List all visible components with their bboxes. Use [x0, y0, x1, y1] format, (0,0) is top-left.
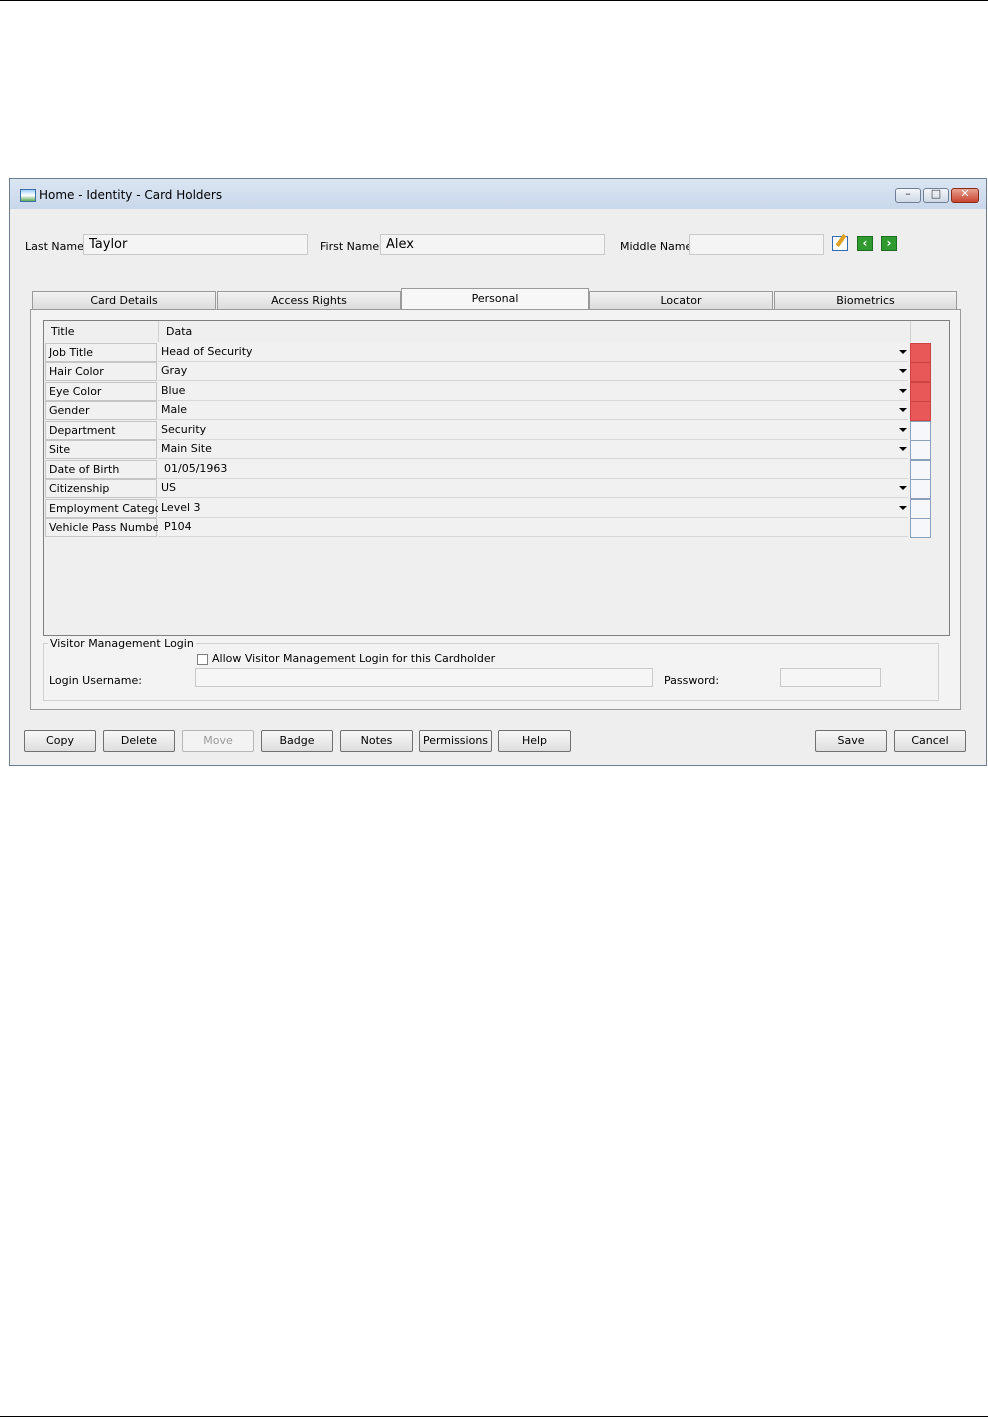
- next-arrow-icon[interactable]: ›: [881, 236, 897, 251]
- required-indicator: [910, 362, 931, 382]
- tab-locator[interactable]: Locator: [589, 291, 773, 309]
- dropdown-arrow-icon[interactable]: [899, 389, 907, 393]
- dropdown-arrow-icon[interactable]: [899, 447, 907, 451]
- middle-name-input[interactable]: [689, 234, 824, 255]
- save-button[interactable]: Save: [815, 730, 887, 752]
- header-flag-column: [910, 321, 931, 342]
- tab-card-details[interactable]: Card Details: [32, 291, 216, 309]
- table-row[interactable]: Job Title Head of Security: [44, 343, 931, 363]
- column-header-data[interactable]: Data: [166, 325, 192, 338]
- personal-data-grid: Title Data Job Title Head of Security Ha…: [43, 320, 950, 636]
- dropdown-arrow-icon[interactable]: [899, 408, 907, 412]
- row-data-select[interactable]: US: [158, 479, 908, 498]
- page-top-rule: [0, 0, 988, 1]
- password-label: Password:: [664, 674, 720, 687]
- minimize-button[interactable]: –: [895, 187, 921, 203]
- dropdown-arrow-icon[interactable]: [899, 506, 907, 510]
- table-row[interactable]: Date of Birth 01/05/1963: [44, 460, 931, 480]
- delete-button[interactable]: Delete: [103, 730, 175, 752]
- row-title: Eye Color: [45, 382, 157, 401]
- maximize-icon: □: [930, 187, 942, 200]
- dropdown-arrow-icon[interactable]: [899, 428, 907, 432]
- maximize-button[interactable]: □: [923, 187, 949, 203]
- row-data-input[interactable]: 01/05/1963: [158, 460, 908, 479]
- first-name-label: First Name:: [320, 240, 383, 253]
- minimize-icon: –: [905, 187, 911, 200]
- required-indicator: [910, 343, 931, 363]
- row-data-select[interactable]: Male: [158, 401, 908, 420]
- row-title: Site: [45, 440, 157, 459]
- move-button[interactable]: Move: [182, 730, 254, 752]
- row-data-select[interactable]: Main Site: [158, 440, 908, 459]
- close-button[interactable]: ✕: [951, 187, 979, 203]
- optional-indicator: [910, 460, 931, 480]
- login-username-input[interactable]: [195, 668, 653, 687]
- row-title: Date of Birth: [45, 460, 157, 479]
- first-name-input[interactable]: Alex: [380, 234, 605, 255]
- visitor-login-group-title: Visitor Management Login: [48, 637, 196, 650]
- row-data-select[interactable]: Security: [158, 421, 908, 440]
- required-indicator: [910, 401, 931, 421]
- permissions-button[interactable]: Permissions: [419, 730, 492, 752]
- row-title: Gender: [45, 401, 157, 420]
- copy-button[interactable]: Copy: [24, 730, 96, 752]
- table-row[interactable]: Employment Category Level 3: [44, 499, 931, 519]
- middle-name-label: Middle Name:: [620, 240, 696, 253]
- header-divider: [158, 321, 159, 342]
- window-title: Home - Identity - Card Holders: [39, 188, 223, 202]
- card-holders-window: Home - Identity - Card Holders – □ ✕ Las…: [9, 178, 987, 766]
- row-data-input[interactable]: P104: [158, 518, 908, 537]
- row-title: Citizenship: [45, 479, 157, 498]
- allow-visitor-login-label[interactable]: Allow Visitor Management Login for this …: [212, 652, 495, 665]
- optional-indicator: [910, 421, 931, 441]
- optional-indicator: [910, 499, 931, 519]
- row-title: Vehicle Pass Number: [45, 518, 164, 537]
- required-indicator: [910, 382, 931, 402]
- row-data-select[interactable]: Head of Security: [158, 343, 908, 362]
- row-data-select[interactable]: Level 3: [158, 499, 908, 518]
- last-name-input[interactable]: Taylor: [83, 234, 308, 255]
- page-bottom-rule: [0, 1416, 988, 1417]
- title-bar[interactable]: Home - Identity - Card Holders – □ ✕: [10, 179, 986, 209]
- table-row[interactable]: Citizenship US: [44, 479, 931, 499]
- edit-icon[interactable]: [832, 236, 848, 251]
- allow-visitor-login-checkbox[interactable]: [197, 654, 208, 665]
- tab-biometrics[interactable]: Biometrics: [774, 291, 957, 309]
- login-username-label: Login Username:: [49, 674, 142, 687]
- app-icon: [20, 189, 36, 202]
- dropdown-arrow-icon[interactable]: [899, 369, 907, 373]
- personal-tab-panel: Title Data Job Title Head of Security Ha…: [30, 309, 961, 710]
- help-button[interactable]: Help: [498, 730, 571, 752]
- table-row[interactable]: Eye Color Blue: [44, 382, 931, 402]
- row-data-select[interactable]: Gray: [158, 362, 908, 381]
- row-title: Job Title: [45, 343, 157, 362]
- grid-header: Title Data: [44, 321, 949, 342]
- previous-arrow-icon[interactable]: ‹: [857, 236, 873, 251]
- optional-indicator: [910, 479, 931, 499]
- table-row[interactable]: Site Main Site: [44, 440, 931, 460]
- table-row[interactable]: Department Security: [44, 421, 931, 441]
- cancel-button[interactable]: Cancel: [894, 730, 966, 752]
- row-title: Department: [45, 421, 157, 440]
- last-name-label: Last Name:: [25, 240, 88, 253]
- notes-button[interactable]: Notes: [340, 730, 413, 752]
- dropdown-arrow-icon[interactable]: [899, 350, 907, 354]
- row-data-select[interactable]: Blue: [158, 382, 908, 401]
- badge-button[interactable]: Badge: [261, 730, 333, 752]
- column-header-title[interactable]: Title: [51, 325, 75, 338]
- dropdown-arrow-icon[interactable]: [899, 486, 907, 490]
- row-title: Employment Category: [45, 499, 172, 518]
- optional-indicator: [910, 440, 931, 460]
- table-row[interactable]: Vehicle Pass Number P104: [44, 518, 931, 538]
- row-title: Hair Color: [45, 362, 157, 381]
- tab-personal[interactable]: Personal: [401, 288, 589, 310]
- optional-indicator: [910, 518, 931, 538]
- tab-access-rights[interactable]: Access Rights: [217, 291, 401, 309]
- password-input[interactable]: [780, 668, 881, 687]
- table-row[interactable]: Hair Color Gray: [44, 362, 931, 382]
- close-icon: ✕: [960, 187, 970, 200]
- table-row[interactable]: Gender Male: [44, 401, 931, 421]
